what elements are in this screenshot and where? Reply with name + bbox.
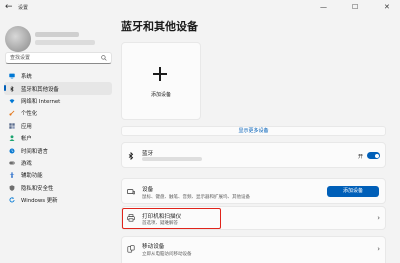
sidebar-item-gaming[interactable]: 游戏 <box>4 157 112 169</box>
search-placeholder: 查找设置 <box>10 55 31 61</box>
devices-card[interactable]: 设备 鼠标、键盘、触笔、音频、显示器和扩展坞、其他设备 添加设备 <box>121 178 386 204</box>
window-title: 设置 <box>18 5 29 11</box>
account-icon <box>9 135 15 142</box>
bluetooth-card: 蓝牙 开 <box>121 142 386 168</box>
sidebar-item-label: 网络和 Internet <box>21 98 61 105</box>
bluetooth-status-redacted <box>142 157 202 161</box>
shield-icon <box>9 185 15 191</box>
mobile-title: 移动设备 <box>142 244 165 250</box>
sidebar-item-system[interactable]: 系统 <box>4 70 112 82</box>
bluetooth-title: 蓝牙 <box>142 151 154 157</box>
sidebar-item-accessibility[interactable]: 辅助功能 <box>4 169 112 181</box>
sidebar-item-windows-update[interactable]: Windows 更新 <box>4 194 112 206</box>
mobile-subtitle: 立即从电脑访问移动设备 <box>142 252 192 257</box>
devices-subtitle: 鼠标、键盘、触笔、音频、显示器和扩展坞、其他设备 <box>142 195 250 200</box>
sidebar-item-bluetooth[interactable]: 蓝牙和其他设备 <box>4 82 112 95</box>
chevron-right-icon: › <box>377 245 380 253</box>
sidebar-item-label: 个性化 <box>21 111 38 118</box>
sidebar-item-privacy-security[interactable]: 隐私和安全性 <box>4 182 112 194</box>
page-title: 蓝牙和其他设备 <box>121 20 198 33</box>
search-icon <box>101 55 107 61</box>
maximize-button[interactable]: ☐ <box>352 3 358 11</box>
avatar <box>5 26 31 52</box>
sidebar-item-label: 时间和语言 <box>21 148 48 155</box>
user-name-redacted <box>35 32 79 37</box>
sidebar-item-label: 蓝牙和其他设备 <box>21 86 59 93</box>
brush-icon <box>9 110 15 116</box>
apps-icon <box>9 123 15 129</box>
accessibility-icon <box>9 172 15 179</box>
sidebar-item-label: Windows 更新 <box>21 198 58 205</box>
back-arrow-icon[interactable]: ← <box>5 2 13 12</box>
sidebar-item-label: 辅助功能 <box>21 173 43 180</box>
monitor-icon <box>9 73 15 79</box>
mobile-devices-card[interactable]: 移动设备 立即从电脑访问移动设备 › <box>121 236 386 263</box>
bluetooth-icon <box>128 152 134 160</box>
sidebar-item-apps[interactable]: 应用 <box>4 120 112 132</box>
user-email-redacted <box>35 40 95 45</box>
update-icon <box>9 197 15 203</box>
plus-icon <box>153 67 167 81</box>
bluetooth-icon <box>10 85 14 92</box>
sidebar: 查找设置 系统 蓝牙和其他设备 网络和 Internet 个性化 应用 帐户 时… <box>0 16 117 263</box>
sidebar-item-label: 游戏 <box>21 160 32 167</box>
phone-icon <box>127 245 135 253</box>
gamepad-icon <box>9 161 15 165</box>
chevron-right-icon: › <box>377 214 380 222</box>
wifi-icon <box>9 99 15 104</box>
show-more-devices-button[interactable]: 显示更多设备 <box>121 126 386 136</box>
sidebar-item-label: 应用 <box>21 123 32 130</box>
sidebar-nav: 系统 蓝牙和其他设备 网络和 Internet 个性化 应用 帐户 时间和语言 <box>4 70 112 206</box>
close-button[interactable]: ✕ <box>384 3 390 11</box>
keyboard-mouse-icon <box>127 189 135 195</box>
sidebar-item-label: 帐户 <box>21 136 32 143</box>
sidebar-item-label: 隐私和安全性 <box>21 185 54 192</box>
add-device-button[interactable]: 添加设备 <box>327 186 379 197</box>
sidebar-item-personalization[interactable]: 个性化 <box>4 107 112 119</box>
add-device-label: 添加设备 <box>150 92 171 98</box>
title-bar: ← 设置 — ☐ ✕ <box>0 0 400 16</box>
sidebar-item-label: 系统 <box>21 74 32 81</box>
sidebar-item-accounts[interactable]: 帐户 <box>4 132 112 144</box>
bluetooth-toggle-label: 开 <box>357 154 363 160</box>
search-input[interactable]: 查找设置 <box>5 52 112 64</box>
sidebar-item-time-language[interactable]: 时间和语言 <box>4 144 112 156</box>
clock-globe-icon <box>9 148 15 154</box>
bluetooth-toggle[interactable] <box>367 152 380 159</box>
minimize-button[interactable]: — <box>320 3 327 11</box>
highlight-box <box>122 208 221 229</box>
sidebar-item-network[interactable]: 网络和 Internet <box>4 95 112 107</box>
add-device-tile[interactable]: 添加设备 <box>121 42 201 120</box>
devices-title: 设备 <box>142 187 154 193</box>
